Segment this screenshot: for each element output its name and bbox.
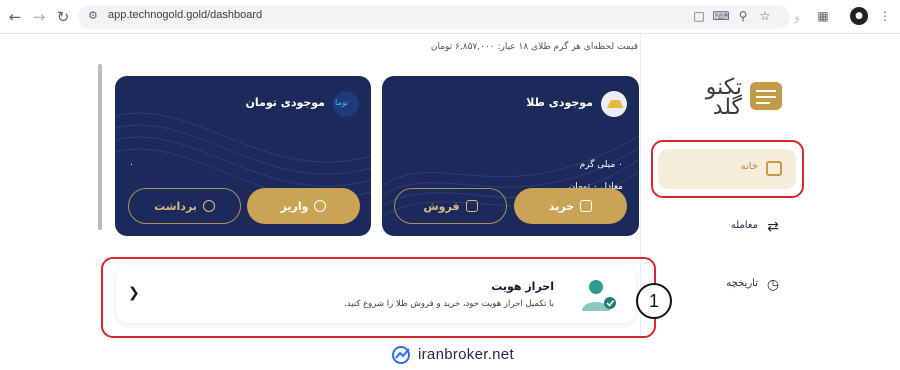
bookmark-star-icon[interactable]: ☆: [756, 7, 774, 25]
withdraw-arrow-icon: [202, 200, 215, 212]
withdraw-button[interactable]: برداشت: [128, 188, 241, 224]
back-icon[interactable]: ←: [6, 8, 24, 26]
scrollbar[interactable]: [98, 64, 102, 230]
sell-button[interactable]: فروش: [394, 188, 507, 224]
reload-icon[interactable]: ↻: [54, 8, 72, 26]
buy-label: خرید: [548, 199, 575, 213]
toman-icon-text: توما: [335, 98, 349, 107]
sidebar-item-trade[interactable]: ⇄ معامله: [658, 216, 796, 240]
sell-label: فروش: [423, 199, 460, 213]
buy-button[interactable]: خرید: [514, 188, 627, 224]
gold-bar-icon: [601, 91, 627, 117]
url-text: app.technogold.gold/dashboard: [108, 9, 263, 21]
withdraw-label: برداشت: [154, 199, 197, 213]
sidebar-item-label: تاریخچه: [726, 278, 758, 289]
chart-arrow-icon: [392, 346, 410, 364]
toman-coin-icon: توما: [333, 91, 359, 117]
deposit-button[interactable]: واریز: [247, 188, 360, 224]
menu-kebab-icon[interactable]: ⋮: [876, 7, 894, 25]
logo-text: تکنو گلد: [705, 75, 742, 120]
page: قیمت لحظه‌ای هر گرم طلای ۱۸ عیار: ۶,۸۵۷,…: [0, 34, 900, 370]
forward-icon[interactable]: →: [30, 8, 48, 26]
extension-logo-icon[interactable]: و: [788, 7, 806, 25]
sell-icon: [465, 200, 478, 212]
browser-toolbar: ← → ↻ ⚙ app.technogold.gold/dashboard □ …: [0, 0, 900, 34]
history-clock-icon: ◷: [766, 277, 780, 293]
watermark-strip: iranbroker.net: [0, 340, 900, 370]
highlight-frame-verify: [101, 257, 656, 338]
exchange-icon: ⇄: [767, 219, 779, 235]
translate-icon[interactable]: ⌨: [712, 7, 730, 25]
deposit-label: واریز: [280, 199, 309, 213]
sidebar-item-history[interactable]: ◷ تاریخچه: [658, 274, 796, 298]
install-app-icon[interactable]: □: [690, 7, 708, 25]
profile-avatar-icon[interactable]: ●: [850, 7, 868, 25]
gold-price-line: قیمت لحظه‌ای هر گرم طلای ۱۸ عیار: ۶,۸۵۷,…: [430, 42, 638, 52]
watermark-text: iranbroker.net: [418, 346, 514, 363]
zoom-icon[interactable]: ⚲: [734, 7, 752, 25]
site-info-icon[interactable]: ⚙: [88, 9, 102, 23]
deposit-plus-icon: [314, 200, 327, 212]
sidebar-item-label: معامله: [730, 220, 758, 231]
extensions-puzzle-icon[interactable]: ▦: [814, 7, 832, 25]
technogold-logo[interactable]: تکنو گلد: [686, 75, 786, 120]
gold-amount: ۰ میلی گرم: [579, 160, 623, 170]
toman-wallet-title: موجودی تومان: [245, 96, 325, 109]
buy-icon: [580, 200, 593, 212]
toman-amount: ۰: [129, 160, 134, 170]
highlight-frame-home: [651, 140, 804, 198]
address-bar[interactable]: ⚙ app.technogold.gold/dashboard: [78, 5, 790, 29]
gold-wallet-title: موجودی طلا: [526, 96, 593, 109]
logo-mark-icon: [750, 82, 782, 110]
